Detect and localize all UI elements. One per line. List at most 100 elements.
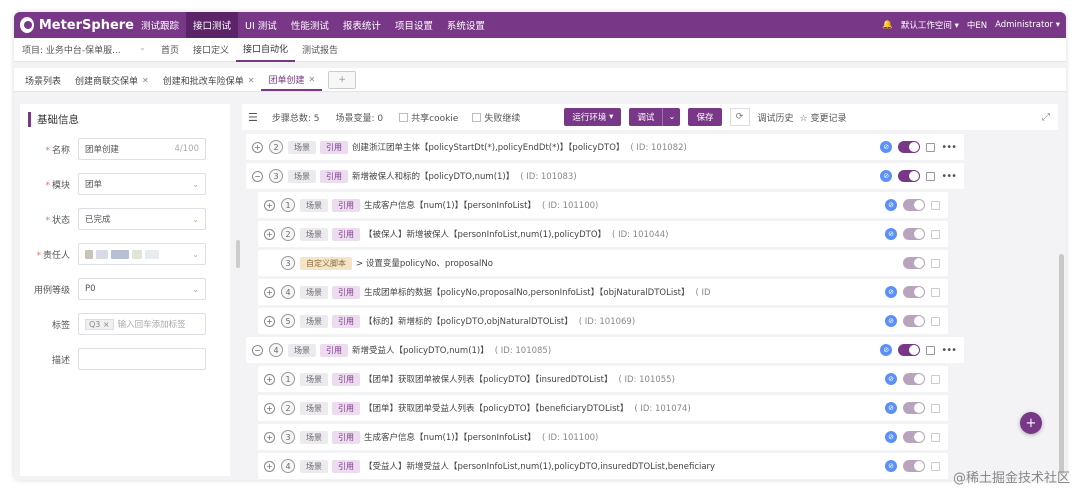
- expand-step-icon[interactable]: +: [264, 431, 275, 443]
- enable-switch[interactable]: [903, 373, 925, 385]
- env-status-icon[interactable]: ⊘: [885, 460, 897, 472]
- enable-switch[interactable]: [898, 170, 921, 182]
- step-row[interactable]: +3 场景 引用 生成客户信息【num(1)】【personInfoList】( ID…: [258, 424, 948, 450]
- enable-switch[interactable]: [903, 257, 925, 269]
- enable-switch[interactable]: [903, 402, 925, 414]
- more-icon[interactable]: •••: [941, 171, 957, 182]
- step-row[interactable]: +2 场景 引用 创建浙江团单主体【policyStartDt(*),policyEn…: [246, 134, 964, 160]
- project-selector[interactable]: 项目: 业务中台-保单服... ⌄: [14, 43, 154, 56]
- collapse-icon[interactable]: −: [252, 170, 263, 182]
- top-nav-item[interactable]: 报表统计: [336, 12, 388, 38]
- copy-icon[interactable]: [926, 345, 936, 355]
- top-nav-item[interactable]: UI 测试: [238, 12, 284, 38]
- share-cookie-checkbox[interactable]: 共享cookie: [399, 111, 458, 124]
- expand-step-icon[interactable]: +: [264, 315, 275, 327]
- env-status-icon[interactable]: ⊘: [880, 344, 893, 356]
- expand-step-icon[interactable]: +: [264, 199, 275, 211]
- owner-select[interactable]: ⌄: [78, 243, 206, 265]
- copy-icon[interactable]: [931, 200, 940, 210]
- copy-icon[interactable]: [931, 432, 940, 442]
- user-menu[interactable]: Administrator ▾: [995, 20, 1060, 30]
- scenario-tab[interactable]: 团单创建 ✕: [261, 69, 323, 91]
- save-button[interactable]: 保存: [688, 108, 722, 126]
- level-select[interactable]: P0 ⌄: [78, 278, 206, 300]
- top-nav-item[interactable]: 性能测试: [284, 12, 336, 38]
- copy-icon[interactable]: [931, 258, 940, 268]
- step-row[interactable]: +1 场景 引用 生成客户信息【num(1)】【personInfoList】( ID…: [258, 192, 948, 218]
- name-input[interactable]: 团单创建 4/100: [78, 138, 206, 160]
- refresh-icon[interactable]: ⟳: [729, 108, 750, 126]
- top-nav-item[interactable]: 系统设置: [440, 12, 492, 38]
- run-env-button[interactable]: 运行环境 ▾: [564, 108, 622, 126]
- more-icon[interactable]: •••: [941, 345, 957, 356]
- enable-switch[interactable]: [898, 344, 921, 356]
- env-status-icon[interactable]: ⊘: [885, 431, 897, 443]
- add-step-button[interactable]: +: [1020, 412, 1042, 434]
- copy-icon[interactable]: [926, 142, 936, 152]
- step-row[interactable]: +2 场景 引用 【被保人】新增被保人【personInfoList,num(1),p…: [258, 221, 948, 247]
- panel-splitter[interactable]: [236, 240, 240, 268]
- fail-continue-checkbox[interactable]: 失败继续: [472, 111, 520, 124]
- close-icon[interactable]: ✕: [308, 75, 315, 84]
- debug-button[interactable]: 调试: [629, 108, 663, 126]
- copy-icon[interactable]: [931, 374, 940, 384]
- copy-icon[interactable]: [931, 287, 940, 297]
- scenario-tab[interactable]: 场景列表: [18, 69, 68, 91]
- expand-icon[interactable]: ⤢: [1042, 112, 1050, 123]
- scrollbar[interactable]: [1059, 254, 1064, 474]
- step-row[interactable]: +4 场景 引用 生成团单标的数据【policyNo,proposalNo,perso…: [258, 279, 948, 305]
- menu-icon[interactable]: ☰: [248, 111, 258, 124]
- close-icon[interactable]: ✕: [248, 76, 255, 85]
- changelog-link[interactable]: ☆ 变更记录: [800, 111, 847, 124]
- step-row[interactable]: +5 场景 引用 【标的】新增标的【policyDTO,objNaturalDTOLi…: [258, 308, 948, 334]
- sub-nav-item[interactable]: 接口自动化: [236, 38, 296, 62]
- enable-switch[interactable]: [903, 228, 925, 240]
- copy-icon[interactable]: [926, 171, 936, 181]
- step-row[interactable]: −3 场景 引用 新增被保人和标的【policyDTO,num(1)】( ID: 10…: [246, 163, 964, 189]
- top-nav-item[interactable]: 接口测试: [186, 12, 239, 38]
- close-icon[interactable]: ✕: [142, 76, 149, 85]
- expand-step-icon[interactable]: +: [264, 228, 275, 240]
- env-status-icon[interactable]: ⊘: [885, 286, 897, 298]
- top-nav-item[interactable]: 测试跟踪: [134, 12, 186, 38]
- module-select[interactable]: 团单 ⌄: [78, 173, 206, 195]
- workspace-select[interactable]: 默认工作空间 ▾: [901, 19, 959, 31]
- collapse-icon[interactable]: −: [252, 344, 263, 356]
- scenario-tab[interactable]: 创建和批改车险保单 ✕: [156, 69, 262, 91]
- enable-switch[interactable]: [903, 460, 925, 472]
- expand-step-icon[interactable]: +: [264, 402, 275, 414]
- add-tab-button[interactable]: +: [328, 71, 357, 89]
- tag-chip[interactable]: Q3 ×: [85, 318, 114, 330]
- enable-switch[interactable]: [903, 199, 925, 211]
- step-row[interactable]: +2 场景 引用 【团单】获取团单受益人列表【policyDTO】【beneficia…: [258, 395, 948, 421]
- step-row[interactable]: −4 场景 引用 新增受益人【policyDTO,num(1)】( ID: 10108…: [246, 337, 964, 363]
- copy-icon[interactable]: [931, 229, 940, 239]
- env-status-icon[interactable]: ⊘: [885, 373, 897, 385]
- env-status-icon[interactable]: ⊘: [885, 315, 897, 327]
- status-select[interactable]: 已完成 ⌄: [78, 208, 206, 230]
- env-status-icon[interactable]: ⊘: [885, 402, 897, 414]
- expand-step-icon[interactable]: +: [264, 460, 275, 472]
- step-row[interactable]: +1 场景 引用 【团单】获取团单被保人列表【policyDTO】【insuredDT…: [258, 366, 948, 392]
- env-status-icon[interactable]: ⊘: [880, 141, 893, 153]
- enable-switch[interactable]: [903, 286, 925, 298]
- sub-nav-item[interactable]: 首页: [154, 38, 186, 62]
- env-status-icon[interactable]: ⊘: [885, 228, 897, 240]
- language-icon[interactable]: 中EN: [967, 19, 987, 31]
- top-nav-item[interactable]: 项目设置: [388, 12, 440, 38]
- step-row[interactable]: 3 自定义脚本 > 设置变量policyNo、proposalNo: [258, 250, 948, 276]
- expand-step-icon[interactable]: +: [264, 373, 275, 385]
- expand-step-icon[interactable]: +: [264, 286, 275, 298]
- copy-icon[interactable]: [931, 403, 940, 413]
- step-row[interactable]: +4 场景 引用 【受益人】新增受益人【personInfoList,num(1),p…: [258, 453, 948, 479]
- app-logo[interactable]: MeterSphere: [14, 17, 134, 33]
- copy-icon[interactable]: [931, 316, 940, 326]
- env-status-icon[interactable]: ⊘: [880, 170, 893, 182]
- enable-switch[interactable]: [903, 431, 925, 443]
- bell-icon[interactable]: 🔔: [882, 20, 893, 30]
- more-icon[interactable]: •••: [941, 142, 957, 153]
- tags-input[interactable]: Q3 × 输入回车添加标签: [78, 313, 206, 335]
- expand-step-icon[interactable]: +: [252, 141, 263, 153]
- scene-variables[interactable]: 场景变量: 0: [336, 111, 384, 124]
- debug-history-link[interactable]: 调试历史: [758, 111, 794, 124]
